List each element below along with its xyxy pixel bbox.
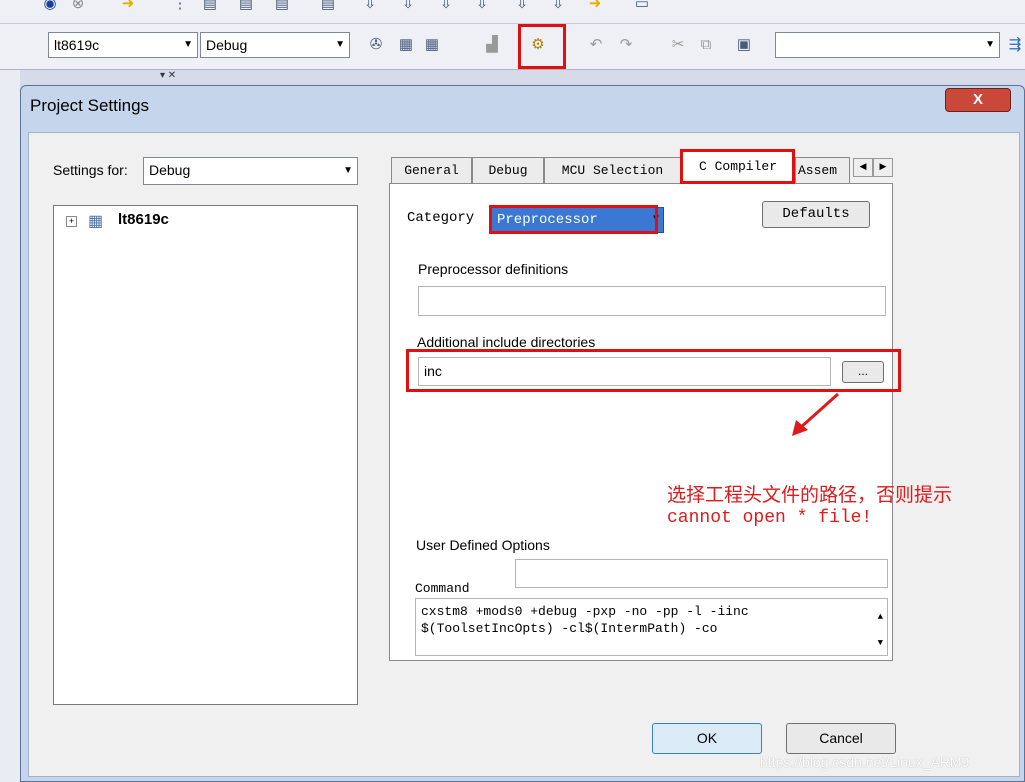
breakpoint-icon[interactable]: ⋮ bbox=[170, 0, 190, 13]
copy-icon[interactable]: ⧉ bbox=[696, 36, 716, 54]
step-out-icon[interactable]: ⇩ bbox=[436, 0, 456, 13]
user-options-label: User Defined Options bbox=[416, 537, 550, 553]
scroll-up-icon[interactable]: ▲ bbox=[878, 609, 883, 626]
doc-icon[interactable]: ▤ bbox=[200, 0, 220, 13]
user-options-input[interactable] bbox=[515, 559, 888, 588]
include-label: Additional include directories bbox=[417, 334, 596, 350]
compile-icon[interactable]: ✇ bbox=[366, 36, 386, 54]
category-value: Preprocessor bbox=[497, 212, 598, 228]
command-line: $(ToolsetIncOpts) -cl$(IntermPath) -co bbox=[421, 621, 718, 636]
tab-debug[interactable]: Debug bbox=[472, 157, 544, 184]
command-textarea[interactable]: cxstm8 +mods0 +debug -pxp -no -pp -l -ii… bbox=[415, 598, 888, 656]
undo-icon[interactable]: ↶ bbox=[586, 36, 606, 54]
command-line: cxstm8 +mods0 +debug -pxp -no -pp -l -ii… bbox=[421, 604, 749, 619]
include-value: inc bbox=[424, 363, 442, 379]
debug-icon[interactable]: ◉ bbox=[40, 0, 60, 13]
command-label: Command bbox=[415, 581, 470, 596]
rebuild-icon[interactable]: ▦ bbox=[422, 36, 442, 54]
tree-root-label[interactable]: lt8619c bbox=[118, 211, 169, 228]
config-combo[interactable]: Debug ▼ bbox=[200, 32, 350, 58]
doc-icon[interactable]: ▤ bbox=[272, 0, 292, 13]
build-icon[interactable]: ▦ bbox=[396, 36, 416, 54]
step-arrow-icon[interactable]: ➜ bbox=[118, 0, 138, 13]
doc-icon[interactable]: ▤ bbox=[236, 0, 256, 13]
category-combo[interactable]: Preprocessor ▼ bbox=[491, 207, 664, 233]
tab-assembler[interactable]: Assem bbox=[795, 157, 850, 184]
project-settings-icon[interactable]: ⚙ bbox=[528, 36, 548, 54]
tab-c-compiler[interactable]: C Compiler bbox=[681, 150, 795, 184]
monitor-icon[interactable]: ▭ bbox=[632, 0, 652, 13]
settings-for-combo[interactable]: Debug ▼ bbox=[143, 157, 358, 185]
preprocessor-input[interactable] bbox=[418, 286, 886, 316]
watermark: https://blog.csdn.net/Linux_ARM9 bbox=[760, 754, 970, 770]
tab-scroll-right-icon[interactable]: ▶ bbox=[873, 158, 893, 177]
pane-pin-close-icon[interactable]: ▾ ✕ bbox=[160, 70, 220, 86]
browse-button[interactable]: ... bbox=[842, 361, 884, 383]
paste-icon[interactable]: ▣ bbox=[734, 36, 754, 54]
config-combo-value: Debug bbox=[206, 37, 248, 53]
arrow-icon bbox=[792, 392, 840, 436]
include-input[interactable]: inc bbox=[418, 357, 831, 386]
step-into-icon[interactable]: ⇩ bbox=[360, 0, 380, 13]
ok-button[interactable]: OK bbox=[652, 723, 762, 754]
chevron-down-icon: ▼ bbox=[183, 39, 193, 50]
redo-icon[interactable]: ↷ bbox=[616, 36, 636, 54]
category-label: Category bbox=[407, 210, 475, 226]
project-icon: ▦ bbox=[88, 213, 104, 230]
step-over-icon[interactable]: ⇩ bbox=[398, 0, 418, 13]
tab-mcu-selection[interactable]: MCU Selection bbox=[544, 157, 681, 184]
doc-icon[interactable]: ▤ bbox=[318, 0, 338, 13]
left-panel bbox=[0, 70, 20, 782]
find-icon[interactable]: ⇶ bbox=[1005, 36, 1025, 54]
go-icon[interactable]: ⇩ bbox=[548, 0, 568, 13]
next-arrow-icon[interactable]: ➜ bbox=[585, 0, 605, 13]
annotation-line2: cannot open * file! bbox=[667, 508, 873, 528]
chevron-down-icon: ▼ bbox=[343, 165, 353, 176]
cancel-button[interactable]: Cancel bbox=[786, 723, 896, 754]
expand-icon[interactable]: + bbox=[66, 216, 77, 227]
project-tree[interactable] bbox=[53, 205, 358, 705]
preprocessor-label: Preprocessor definitions bbox=[418, 261, 569, 277]
settings-for-label: Settings for: bbox=[53, 162, 128, 178]
defaults-button[interactable]: Defaults bbox=[762, 201, 870, 228]
run-to-icon[interactable]: ⇩ bbox=[472, 0, 492, 13]
search-combo[interactable]: ▼ bbox=[775, 32, 1000, 58]
tab-scroll-left-icon[interactable]: ◀ bbox=[853, 158, 873, 177]
settings-for-value: Debug bbox=[149, 162, 191, 178]
toolbar-build: lt8619c ▼ Debug ▼ ✇ ▦ ▦ ▟ ⚙ ↶ ↷ ✂ ⧉ ▣ ▼ … bbox=[0, 24, 1025, 70]
scroll-down-icon[interactable]: ▼ bbox=[878, 635, 883, 652]
toolbar-top: ◉ ⊗ ➜ ⋮ ▤ ▤ ▤ ▤ ⇩ ⇩ ⇩ ⇩ ⇩ ⇩ ➜ ▭ bbox=[0, 0, 1025, 24]
workspace-combo-value: lt8619c bbox=[54, 37, 100, 53]
close-button[interactable]: X bbox=[945, 88, 1011, 112]
chevron-down-icon: ▼ bbox=[652, 214, 659, 225]
run-icon[interactable]: ⇩ bbox=[512, 0, 532, 13]
chevron-down-icon: ▼ bbox=[335, 39, 345, 50]
annotation-line1: 选择工程头文件的路径，否则提示 bbox=[667, 484, 953, 506]
workspace-combo[interactable]: lt8619c ▼ bbox=[48, 32, 198, 58]
dialog-title: Project Settings bbox=[30, 96, 150, 115]
tab-general[interactable]: General bbox=[391, 157, 472, 184]
clean-icon[interactable]: ▟ bbox=[482, 36, 502, 54]
chevron-down-icon: ▼ bbox=[985, 39, 995, 50]
cut-icon[interactable]: ✂ bbox=[668, 36, 688, 54]
stop-icon[interactable]: ⊗ bbox=[68, 0, 88, 13]
